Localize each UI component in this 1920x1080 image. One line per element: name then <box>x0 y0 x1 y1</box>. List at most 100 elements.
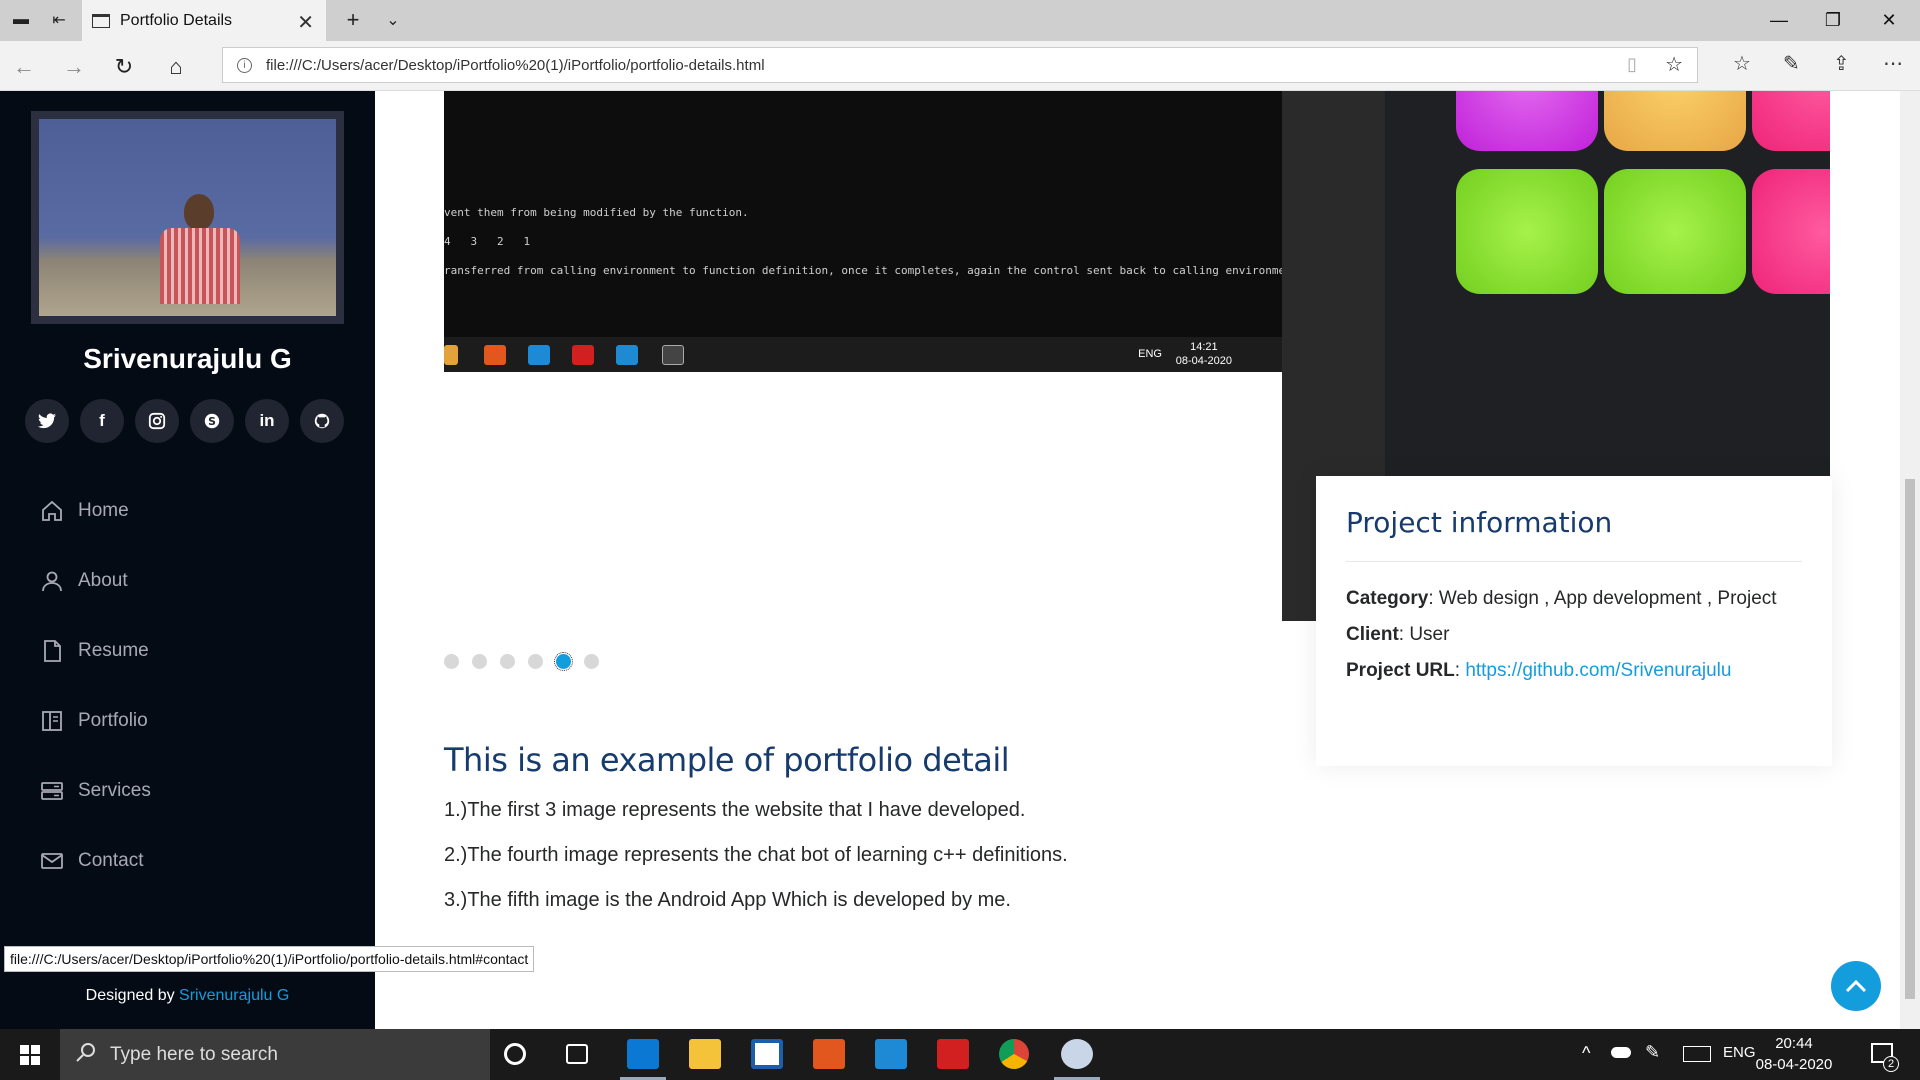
linkedin-icon[interactable]: in <box>245 399 289 443</box>
nav-resume[interactable]: Resume <box>40 631 149 671</box>
carousel-dot[interactable] <box>528 654 543 669</box>
page-scrollbar[interactable] <box>1900 91 1920 1029</box>
minimize-icon[interactable]: — <box>1754 4 1804 36</box>
category-value: : Web design , App development , Project <box>1428 588 1777 609</box>
status-link-preview: file:///C:/Users/acer/Desktop/iPortfolio… <box>4 946 535 972</box>
store-icon[interactable] <box>751 1039 783 1069</box>
tab-actions-icon[interactable]: ▬ <box>8 7 34 33</box>
taskbar-search-box[interactable]: Type here to search <box>60 1029 490 1080</box>
nav-about[interactable]: About <box>40 561 128 601</box>
back-to-top-button[interactable] <box>1831 961 1881 1011</box>
tray-chevron-icon[interactable]: ^ <box>1582 1043 1590 1064</box>
refresh-icon[interactable]: ↻ <box>110 53 138 81</box>
app-tile-grid <box>1385 91 1830 476</box>
nav-home[interactable]: Home <box>40 491 129 531</box>
credits: Designed by Srivenurajulu G <box>0 987 375 1005</box>
close-tab-icon[interactable]: ✕ <box>297 10 314 35</box>
category-row: Category: Web design , App development ,… <box>1346 588 1802 610</box>
embedded-clock-date: 08-04-2020 <box>1175 355 1232 367</box>
acrobat-icon[interactable] <box>937 1039 969 1069</box>
search-icon <box>76 1042 96 1068</box>
close-window-icon[interactable]: ✕ <box>1864 4 1914 36</box>
tray-time: 20:44 <box>1775 1035 1813 1052</box>
task-view-icon[interactable] <box>566 1044 588 1064</box>
project-url-label: Project URL <box>1346 660 1455 681</box>
set-tabs-aside-icon[interactable]: ⇤ <box>46 7 72 33</box>
chrome-icon[interactable] <box>999 1039 1029 1069</box>
portfolio-screenshot-terminal: vent them from being modified by the fun… <box>444 91 1286 372</box>
portfolio-description: This is an example of portfolio detail 1… <box>444 741 1304 934</box>
nav-portfolio-label: Portfolio <box>78 710 148 731</box>
forward-icon[interactable]: → <box>60 53 88 81</box>
pink-tile <box>1752 169 1830 294</box>
nav-about-label: About <box>78 570 128 591</box>
envelope-icon <box>40 849 64 873</box>
cortana-icon[interactable] <box>504 1043 526 1065</box>
profile-photo <box>31 111 344 324</box>
address-field[interactable]: i file:///C:/Users/acer/Desktop/iPortfol… <box>222 47 1698 83</box>
url-text: file:///C:/Users/acer/Desktop/iPortfolio… <box>266 56 765 74</box>
carousel-dot[interactable] <box>444 654 459 669</box>
skype-icon[interactable]: S <box>190 399 234 443</box>
home-icon[interactable]: ⌂ <box>162 53 190 81</box>
reading-view-icon[interactable]: ▯ <box>1627 54 1637 75</box>
embedded-lang: ENG <box>1138 348 1162 360</box>
paint-icon[interactable] <box>1061 1039 1093 1069</box>
tray-date: 08-04-2020 <box>1755 1056 1833 1073</box>
credits-link[interactable]: Srivenurajulu G <box>179 987 289 1004</box>
embedded-clock: 14:21 08-04-2020 <box>1176 340 1232 368</box>
scrollbar-thumb[interactable] <box>1905 479 1915 999</box>
page-icon <box>92 13 110 28</box>
nav-contact[interactable]: Contact <box>40 841 143 881</box>
project-url-link[interactable]: https://github.com/Srivenurajulu <box>1465 660 1731 681</box>
terminal-icon <box>662 345 684 365</box>
office-icon <box>484 345 506 365</box>
tab-list-chevron-icon[interactable]: ⌄ <box>380 7 406 33</box>
facebook-icon[interactable]: f <box>80 399 124 443</box>
tray-language[interactable]: ENG <box>1723 1044 1756 1061</box>
carousel-dot-active[interactable] <box>554 652 573 671</box>
notes-pen-icon[interactable]: ✎ <box>1783 51 1800 76</box>
description-line: 2.)The fourth image represents the chat … <box>444 844 1068 866</box>
carousel-dots <box>444 652 599 671</box>
active-tab[interactable]: Portfolio Details ✕ <box>82 0 326 41</box>
tray-clock[interactable]: 20:44 08-04-2020 <box>1754 1033 1834 1075</box>
share-icon[interactable]: ⇪ <box>1833 51 1850 76</box>
carousel-dot[interactable] <box>472 654 487 669</box>
maximize-icon[interactable]: ❐ <box>1808 4 1858 36</box>
onedrive-icon[interactable] <box>1611 1047 1631 1058</box>
favorites-list-icon[interactable]: ☆ <box>1733 51 1751 76</box>
back-icon[interactable]: ← <box>10 53 38 81</box>
office-icon[interactable] <box>813 1039 845 1069</box>
main-content: vent them from being modified by the fun… <box>375 91 1900 1029</box>
tab-title: Portfolio Details <box>120 11 233 29</box>
browser-tab-bar: ▬ ⇤ Portfolio Details ✕ + ⌄ — ❐ ✕ <box>0 0 1920 41</box>
green-tile <box>1456 169 1598 294</box>
project-info-heading: Project information <box>1346 506 1802 562</box>
edge-icon[interactable] <box>627 1039 659 1069</box>
mail-icon[interactable] <box>875 1039 907 1069</box>
purple-tile <box>1456 91 1598 151</box>
carousel-dot[interactable] <box>584 654 599 669</box>
terminal-line: ransferred from calling environment to f… <box>444 264 1286 277</box>
client-row: Client: User <box>1346 624 1802 646</box>
favorite-star-icon[interactable]: ☆ <box>1665 52 1683 77</box>
orange-tile <box>1604 91 1746 151</box>
nav-services-label: Services <box>78 780 151 801</box>
home-icon <box>40 499 64 523</box>
carousel-dot[interactable] <box>500 654 515 669</box>
twitter-icon[interactable] <box>25 399 69 443</box>
github-icon[interactable] <box>300 399 344 443</box>
credits-prefix: Designed by <box>85 987 180 1004</box>
pen-icon[interactable]: ✎ <box>1645 1042 1660 1063</box>
new-tab-icon[interactable]: + <box>340 7 366 33</box>
windows-start-icon[interactable] <box>0 1029 60 1080</box>
site-info-icon[interactable]: i <box>237 57 252 73</box>
nav-services[interactable]: Services <box>40 771 151 811</box>
embedded-clock-time: 14:21 <box>1190 341 1218 353</box>
more-icon[interactable]: ⋯ <box>1883 51 1903 76</box>
instagram-icon[interactable] <box>135 399 179 443</box>
keyboard-icon[interactable] <box>1683 1046 1711 1062</box>
nav-portfolio[interactable]: Portfolio <box>40 701 148 741</box>
file-explorer-icon[interactable] <box>689 1039 721 1069</box>
